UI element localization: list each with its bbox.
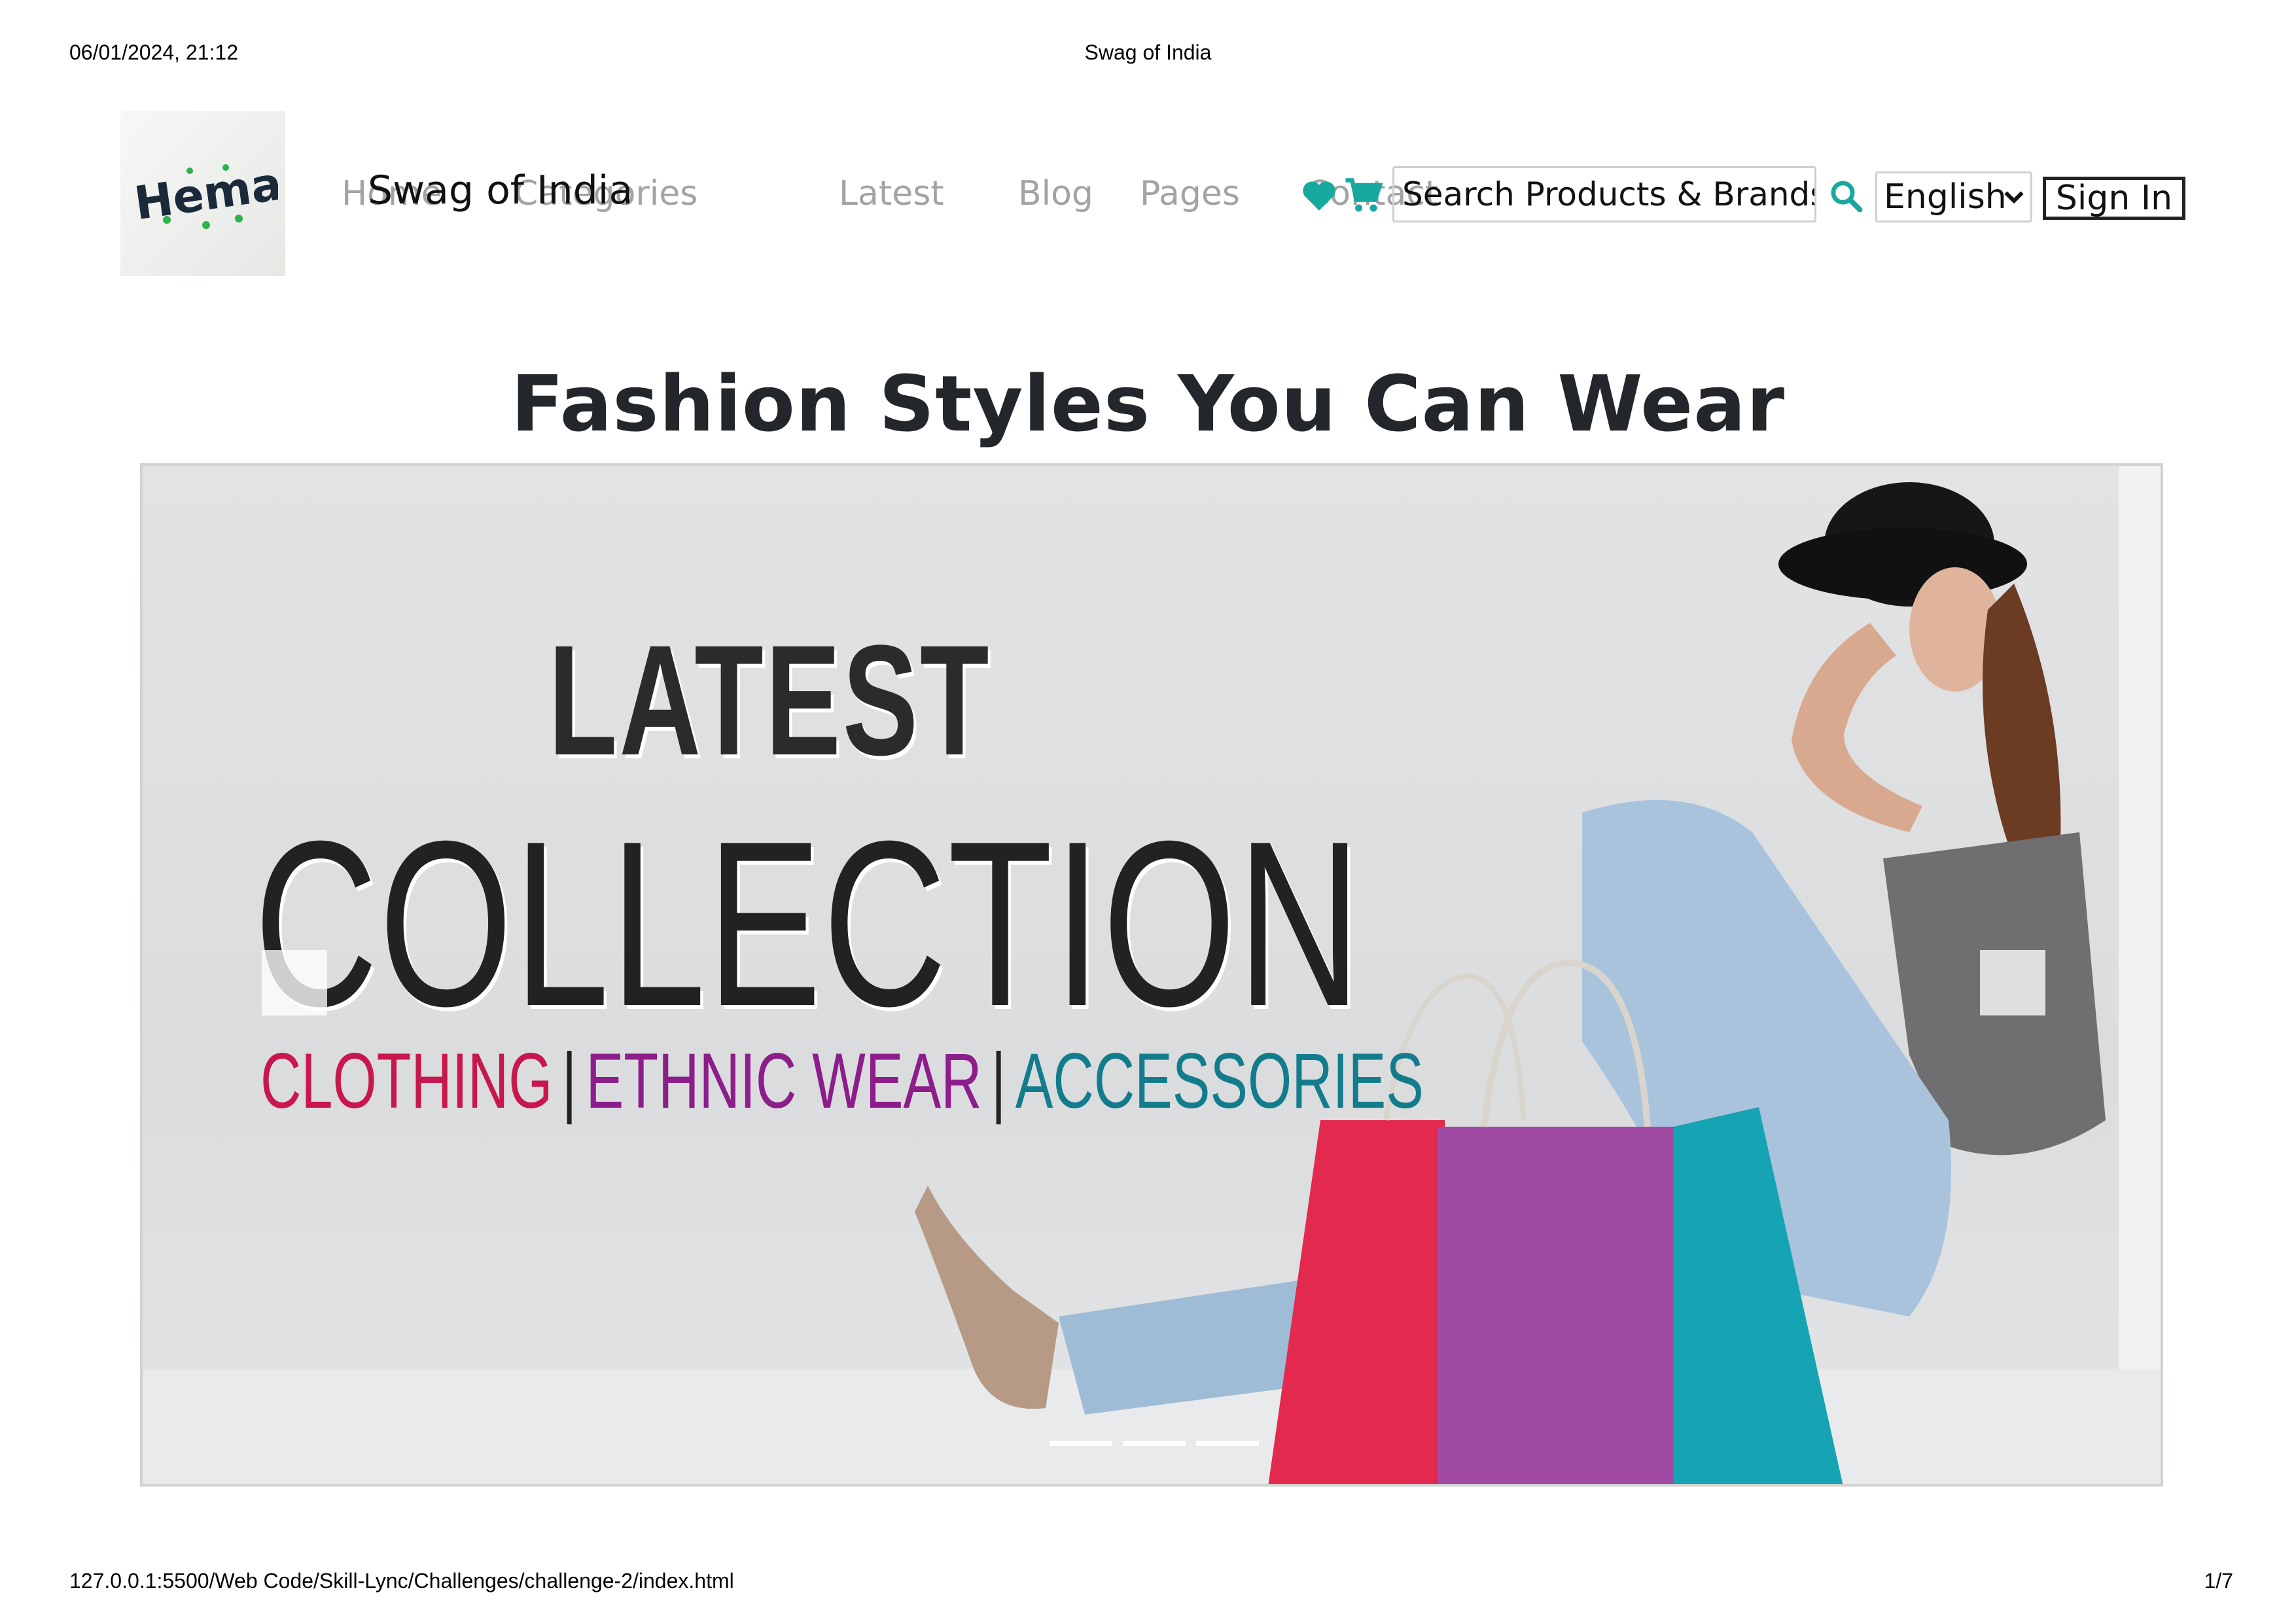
brand-name[interactable]: Swag of India: [368, 167, 633, 213]
hero-carousel: LATEST COLLECTION CLOTHING | ETHNIC WEAR | A…: [140, 463, 2163, 1487]
banner-heading-collection: COLLECTION: [254, 792, 1362, 1055]
site-logo[interactable]: Hemah: [120, 111, 285, 276]
print-page-number: 1/7: [2204, 1569, 2233, 1593]
search-icon[interactable]: [1828, 178, 1863, 213]
nav-link-blog[interactable]: Blog: [1018, 174, 1093, 213]
sign-in-button[interactable]: Sign In: [2043, 177, 2185, 220]
banner-heading-latest: LATEST: [548, 612, 991, 788]
banner-category-ethnic-wear: ETHNIC WEAR: [586, 1037, 982, 1125]
cart-icon[interactable]: [1344, 177, 1383, 213]
carousel-indicator-2[interactable]: [1123, 1441, 1186, 1446]
print-url: 127.0.0.1:5500/Web Code/Skill-Lync/Chall…: [69, 1569, 734, 1593]
banner-separator: |: [561, 1037, 577, 1125]
banner-category-accessories: ACCESSORIES: [1015, 1037, 1424, 1125]
carousel-indicator-3[interactable]: [1196, 1441, 1259, 1446]
heart-icon[interactable]: [1301, 179, 1337, 212]
language-value: English: [1884, 177, 2007, 217]
carousel-prev-button[interactable]: [262, 950, 327, 1015]
banner-separator: |: [991, 1037, 1006, 1125]
carousel-indicator-1[interactable]: [1050, 1441, 1112, 1446]
logo-wordmark: Hemah: [131, 152, 278, 231]
navbar: Hemah Home Categories Latest Blog Pages …: [120, 111, 2188, 276]
search-input[interactable]: Search Products & Brands: [1392, 166, 1816, 222]
banner-categories: CLOTHING | ETHNIC WEAR | ACCESSORIES: [260, 1042, 1424, 1120]
logo-graphic: Hemah: [131, 152, 278, 231]
print-page-title: Swag of India: [1084, 41, 1212, 64]
chevron-down-icon: [2004, 191, 2024, 204]
language-select[interactable]: English: [1875, 171, 2032, 222]
banner-category-clothing: CLOTHING: [260, 1037, 553, 1125]
nav-link-latest[interactable]: Latest: [839, 174, 944, 213]
nav-link-pages[interactable]: Pages: [1140, 174, 1240, 213]
page-title: Fashion Styles You Can Wear: [510, 359, 1786, 449]
carousel-next-button[interactable]: [1980, 950, 2045, 1015]
